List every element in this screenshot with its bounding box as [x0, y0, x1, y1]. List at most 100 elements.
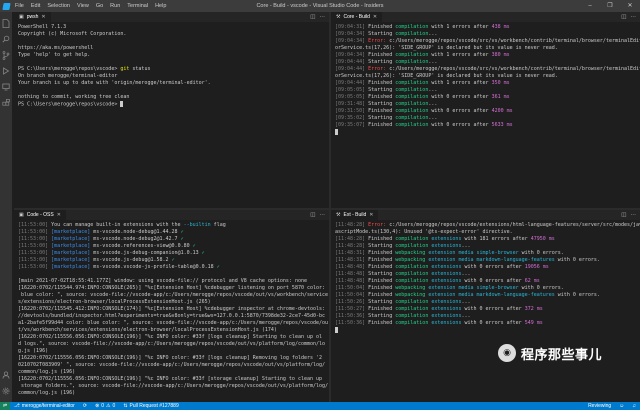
more-actions-icon[interactable]: ⋯ — [320, 14, 326, 20]
terminal-text: [16220:0702/115556.056:INFO:CONSOLE(196)… — [18, 334, 323, 340]
terminal-line: [09:04:34] Starting compilation... — [335, 31, 636, 38]
settings-icon[interactable] — [0, 384, 12, 398]
pull-request-status[interactable]: ⇅ Pull Request #127889 — [119, 403, 182, 409]
terminal-text: compilation — [395, 243, 429, 249]
run-debug-icon[interactable] — [0, 64, 12, 78]
terminal-pane-ext-build[interactable]: ⚒ Ext - Build ✕ ◫ ⋯ [11:48:28] Error: c:… — [331, 210, 640, 402]
terminal-text: [marketplace] — [51, 236, 94, 242]
terminal-text: Finished — [368, 320, 396, 326]
remote-indicator-icon[interactable]: ⇌ — [0, 402, 10, 410]
minimize-button[interactable]: – — [580, 0, 600, 12]
terminal-text: compilation — [395, 59, 429, 65]
terminal-text: flag — [210, 222, 226, 228]
branch-status[interactable]: ⎇ merogge/terminal-editor — [10, 403, 79, 409]
tab-label: Core - Build — [343, 14, 370, 20]
sync-status[interactable]: ⟳ — [79, 403, 91, 409]
terminal-line: [11:48:31] Finished webpacking extension… — [335, 257, 636, 264]
bell-icon: ♫ — [632, 403, 636, 409]
terminal-text: [main 2021-07-02T18:55:41.177Z] window: … — [18, 278, 307, 284]
remote-explorer-icon[interactable] — [0, 80, 12, 94]
extensions-icon[interactable] — [0, 96, 12, 110]
tab-pwsh[interactable]: ▣ pwsh ✕ — [14, 12, 51, 22]
menu-terminal[interactable]: Terminal — [127, 3, 148, 9]
more-actions-icon[interactable]: ⋯ — [320, 212, 326, 218]
terminal-text: 361 ms — [491, 94, 510, 100]
terminal-pane-code-oss[interactable]: ▣ Code - OSS ✕ ◫ ⋯ [11:53:00] You can ma… — [14, 210, 329, 402]
split-editor-icon[interactable]: ◫ — [621, 14, 626, 20]
split-editor-icon[interactable]: ◫ — [621, 212, 626, 218]
menu-selection[interactable]: Selection — [47, 3, 70, 9]
tab-label: Ext - Build — [343, 212, 367, 218]
terminal-line: [11:53:00] [marketplace] ms-vscode.node-… — [18, 229, 325, 236]
tab-ext-build[interactable]: ⚒ Ext - Build ✕ — [331, 210, 379, 220]
terminal-text: //devtools/bundled/inspector.html?experi… — [18, 313, 326, 319]
search-icon[interactable] — [0, 32, 12, 46]
terminal-text: Type 'help' to get help. — [18, 52, 91, 58]
close-tab-icon[interactable]: ✕ — [373, 14, 377, 20]
close-tab-icon[interactable]: ✕ — [41, 14, 45, 20]
tab-core-build[interactable]: ⚒ Core - Build ✕ — [331, 12, 383, 22]
terminal-text: 5633 ms — [491, 122, 513, 128]
terminal-line: orService.ts(17,26): 'SIDE_GROUP' is dec… — [335, 73, 636, 80]
close-button[interactable]: ✕ — [620, 0, 640, 12]
terminal-text: with 0 errors after — [428, 122, 492, 128]
terminal-pane-core-build[interactable]: ⚒ Core - Build ✕ ◫ ⋯ [09:04:31] Finished… — [331, 12, 640, 208]
terminal-text: a1-2bafe5f99d44 color: blue color: ", so… — [18, 320, 329, 326]
terminal-pane-pwsh[interactable]: ▣ pwsh ✕ ◫ ⋯ PowerShell 7.1.3 Copyright (… — [14, 12, 329, 208]
menu-edit[interactable]: Edit — [31, 3, 40, 9]
accounts-icon[interactable] — [0, 368, 12, 382]
terminal-output[interactable]: [11:53:00] You can manage built-in exten… — [14, 220, 329, 399]
terminal-text: ... — [428, 101, 438, 107]
terminal-text: s/extensions/electron-browser/localProce… — [18, 299, 211, 305]
split-editor-icon[interactable]: ◫ — [310, 14, 315, 20]
pull-request-icon: ⇅ — [123, 403, 128, 409]
menu-run[interactable]: Run — [110, 3, 120, 9]
terminal-text: with 0 errors. — [518, 250, 564, 256]
terminal-text: [11:53:00] — [18, 222, 52, 228]
terminal-line: [16220:0702/115544.974:INFO:CONSOLE(265)… — [18, 285, 325, 292]
split-editor-icon[interactable]: ◫ — [310, 212, 315, 218]
terminal-text: Copyright (c) Microsoft Corporation. — [18, 31, 127, 37]
terminal-text: storage folders.", source: vscode-file:/… — [18, 383, 329, 389]
terminal-text: d logs.", source: vscode-file://vscode-a… — [18, 341, 326, 347]
terminal-text: Finished — [368, 264, 396, 270]
title-bar: File Edit Selection View Go Run Terminal Help C… — [0, 0, 640, 12]
terminal-text: compilation — [395, 87, 429, 93]
terminal-text: with 0 errors after — [461, 264, 525, 270]
menu-help[interactable]: Help — [155, 3, 166, 9]
terminal-output[interactable]: [11:48:28] Error: c:/Users/merogge/repos… — [331, 220, 640, 337]
terminal-line — [335, 327, 636, 335]
files-icon[interactable] — [0, 16, 12, 30]
menu-go[interactable]: Go — [96, 3, 103, 9]
terminal-text: [09:04:31] — [335, 24, 369, 30]
close-tab-icon[interactable]: ✕ — [369, 212, 373, 218]
close-tab-icon[interactable]: ✕ — [57, 212, 61, 218]
source-control-icon[interactable] — [0, 48, 12, 62]
vertical-sash[interactable] — [329, 12, 331, 402]
terminal-output[interactable]: [09:04:31] Finished compilation with 1 e… — [331, 22, 640, 139]
terminal-text: simple-browser — [473, 285, 519, 291]
tab-code-oss[interactable]: ▣ Code - OSS ✕ — [14, 210, 66, 220]
feedback-status[interactable]: ☺ — [615, 403, 628, 409]
more-actions-icon[interactable]: ⋯ — [631, 14, 637, 20]
menu-view[interactable]: View — [77, 3, 89, 9]
menu-bar: File Edit Selection View Go Run Terminal Help — [15, 3, 166, 9]
terminal-output[interactable]: PowerShell 7.1.3 Copyright (c) Microsoft … — [14, 22, 329, 111]
terminal-text: Error: — [368, 66, 390, 72]
terminal-text: compilation — [395, 101, 429, 107]
terminal-text: extensions — [428, 320, 462, 326]
menu-file[interactable]: File — [15, 3, 24, 9]
problems-status[interactable]: ⊗ 0 ⚠ 0 — [91, 403, 119, 409]
notifications-status[interactable]: ♫ — [628, 403, 640, 409]
terminal-line: [16220:0702/115556.056:INFO:CONSOLE(196)… — [18, 355, 325, 362]
more-actions-icon[interactable]: ⋯ — [631, 212, 637, 218]
horizontal-sash[interactable] — [14, 208, 640, 210]
terminal-text: compilation — [395, 299, 429, 305]
maximize-button[interactable]: ❐ — [600, 0, 620, 12]
terminal-line: nothing to commit, working tree clean — [18, 94, 325, 101]
terminal-line: [09:04:44] Starting compilation... — [335, 59, 636, 66]
review-status[interactable]: Reviewing — [584, 403, 615, 409]
terminal-text: blue color: ", source: vscode-file://vsc… — [18, 292, 329, 298]
terminal-line: [09:35:07] Finished compilation with 0 e… — [335, 122, 636, 129]
